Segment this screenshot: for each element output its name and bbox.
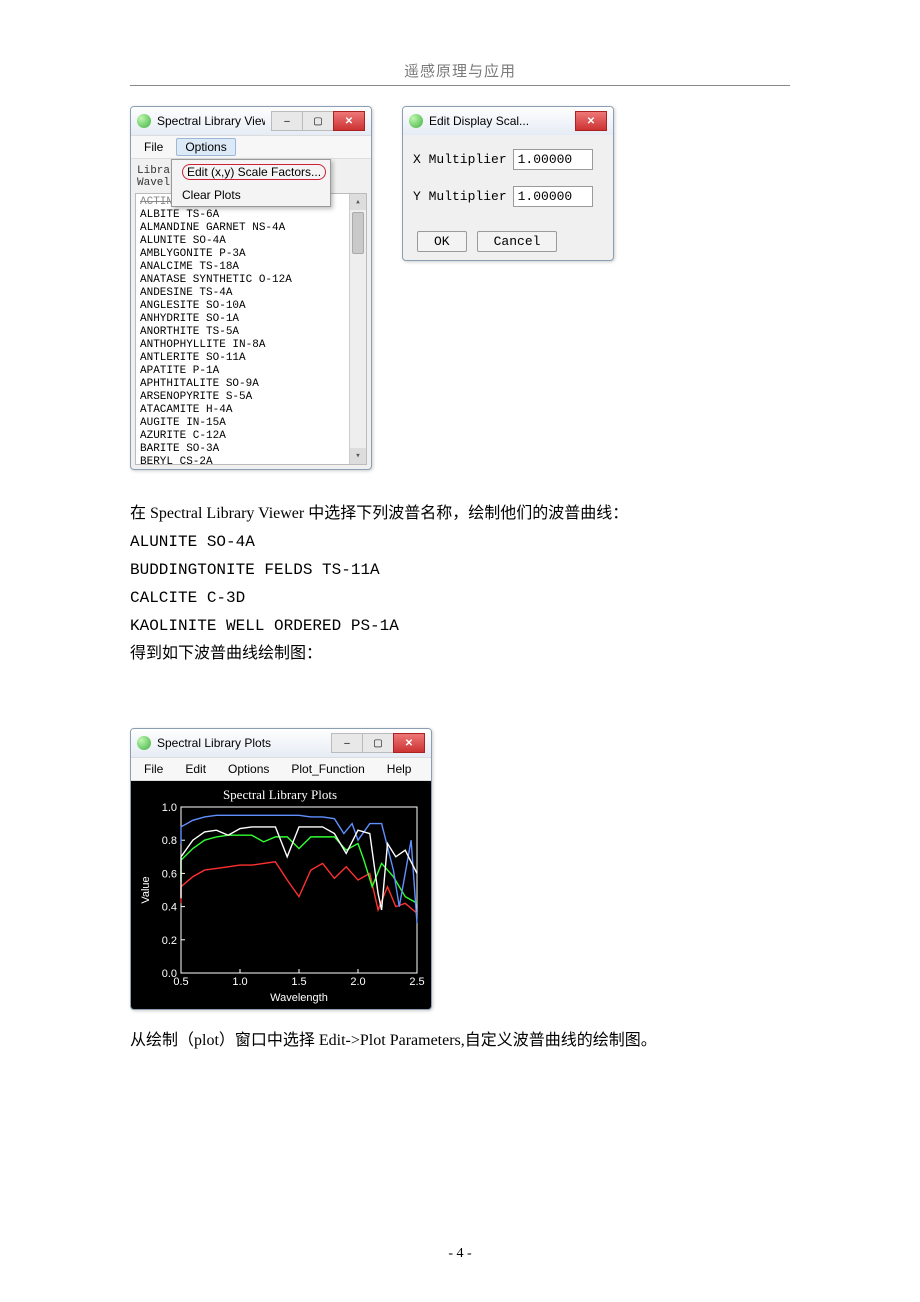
list-item[interactable]: ATACAMITE H-4A [140, 404, 362, 417]
svg-text:Value: Value [140, 876, 152, 903]
list-item[interactable]: ANHYDRITE SO-1A [140, 313, 362, 326]
app-icon [137, 736, 151, 750]
minimize-button[interactable]: – [331, 733, 362, 753]
list-item[interactable]: ALBITE TS-6A [140, 209, 362, 222]
page-number: - 4 - [0, 1246, 920, 1262]
y-multiplier-input[interactable] [513, 186, 593, 207]
scroll-thumb[interactable] [352, 212, 364, 254]
scroll-up-icon[interactable]: ▴ [350, 194, 366, 210]
menu-plot-function[interactable]: Plot_Function [282, 760, 373, 778]
list-item[interactable]: ALUNITE SO-4A [140, 235, 362, 248]
list-item[interactable]: ANGLESITE SO-10A [140, 300, 362, 313]
list-item[interactable]: BERYL CS-2A [140, 456, 362, 465]
app-icon [409, 114, 423, 128]
svg-text:0.5: 0.5 [173, 976, 188, 988]
svg-text:0.8: 0.8 [162, 835, 177, 847]
header-rule [130, 85, 790, 86]
cancel-button[interactable]: Cancel [477, 231, 558, 252]
maximize-button[interactable]: ▢ [362, 733, 393, 753]
x-multiplier-input[interactable] [513, 149, 593, 170]
menu-clear-plots[interactable]: Clear Plots [172, 184, 330, 206]
plot-area: Spectral Library Plots0.00.20.40.60.81.0… [131, 781, 431, 1009]
y-multiplier-label: Y Multiplier [413, 189, 507, 204]
svg-text:1.0: 1.0 [232, 976, 247, 988]
window-title: Edit Display Scal... [429, 114, 569, 128]
svg-text:2.0: 2.0 [350, 976, 365, 988]
list-item[interactable]: ANALCIME TS-18A [140, 261, 362, 274]
page-header: 遥感原理与应用 [130, 60, 790, 81]
list-item[interactable]: APATITE P-1A [140, 365, 362, 378]
minimize-button[interactable]: – [271, 111, 302, 131]
close-button[interactable]: ✕ [333, 111, 365, 131]
list-item[interactable]: ANORTHITE TS-5A [140, 326, 362, 339]
menu-help[interactable]: Help [378, 760, 421, 778]
list-item[interactable]: ANTHOPHYLLITE IN-8A [140, 339, 362, 352]
list-item[interactable]: AMBLYGONITE P-3A [140, 248, 362, 261]
spectral-library-viewer-window: Spectral Library Viewer – ▢ ✕ File Optio… [130, 106, 372, 470]
menu-options[interactable]: Options [176, 138, 235, 156]
svg-text:0.6: 0.6 [162, 868, 177, 880]
list-item[interactable]: ANATASE SYNTHETIC O-12A [140, 274, 362, 287]
spectra-list[interactable]: ACTINOLITE IN-4AALBITE TS-6AALMANDINE GA… [135, 193, 367, 465]
ok-button[interactable]: OK [417, 231, 467, 252]
spectral-library-plots-window: Spectral Library Plots – ▢ ✕ File Edit O… [130, 728, 432, 1010]
svg-text:0.4: 0.4 [162, 902, 177, 914]
svg-text:1.5: 1.5 [291, 976, 306, 988]
menu-edit[interactable]: Edit [176, 760, 215, 778]
list-item[interactable]: BARITE SO-3A [140, 443, 362, 456]
list-item[interactable]: AZURITE C-12A [140, 430, 362, 443]
list-item[interactable]: AUGITE IN-15A [140, 417, 362, 430]
menu-edit-xy-scale-factors[interactable]: Edit (x,y) Scale Factors... [172, 160, 330, 184]
scrollbar[interactable]: ▴ ▾ [349, 194, 366, 464]
list-item[interactable]: ANTLERITE SO-11A [140, 352, 362, 365]
svg-text:Spectral Library Plots: Spectral Library Plots [223, 787, 337, 802]
list-item[interactable]: ARSENOPYRITE S-5A [140, 391, 362, 404]
svg-text:1.0: 1.0 [162, 802, 177, 814]
edit-display-scaling-dialog: Edit Display Scal... ✕ X Multiplier Y Mu… [402, 106, 614, 261]
app-icon [137, 114, 151, 128]
close-button[interactable]: ✕ [575, 111, 607, 131]
list-item[interactable]: ALMANDINE GARNET NS-4A [140, 222, 362, 235]
menu-file[interactable]: File [135, 760, 172, 778]
svg-text:2.5: 2.5 [409, 976, 424, 988]
maximize-button[interactable]: ▢ [302, 111, 333, 131]
scroll-down-icon[interactable]: ▾ [350, 448, 366, 464]
body-text: 在 Spectral Library Viewer 中选择下列波普名称，绘制他们… [130, 500, 790, 668]
list-item[interactable]: APHTHITALITE SO-9A [140, 378, 362, 391]
svg-text:0.2: 0.2 [162, 935, 177, 947]
window-title: Spectral Library Plots [157, 736, 325, 750]
window-title: Spectral Library Viewer [157, 114, 265, 128]
menu-file[interactable]: File [135, 138, 172, 156]
x-multiplier-label: X Multiplier [413, 152, 507, 167]
list-item[interactable]: ANDESINE TS-4A [140, 287, 362, 300]
menu-options[interactable]: Options [219, 760, 278, 778]
close-button[interactable]: ✕ [393, 733, 425, 753]
options-dropdown: Edit (x,y) Scale Factors... Clear Plots [171, 159, 331, 207]
svg-text:Wavelength: Wavelength [270, 992, 328, 1004]
lower-text: 从绘制（plot）窗口中选择 Edit->Plot Parameters,自定义… [130, 1026, 790, 1050]
